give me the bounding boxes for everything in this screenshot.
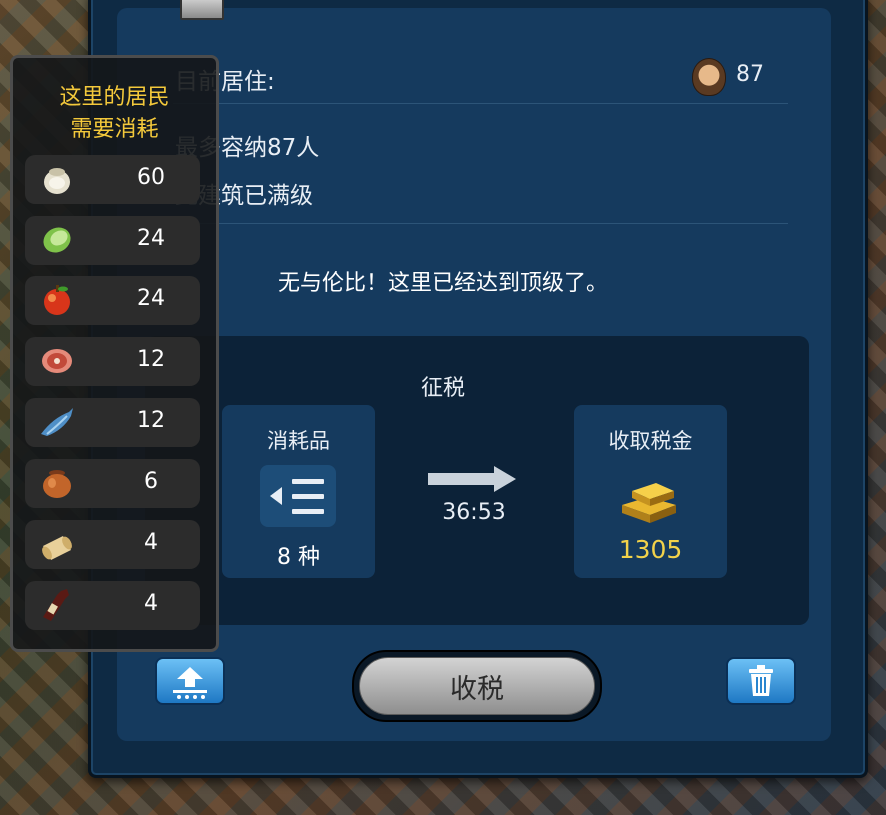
- need-row: 6: [25, 459, 200, 508]
- need-value: 4: [144, 591, 158, 616]
- need-row: 12: [25, 337, 200, 386]
- collect-tax-label: 收取税金: [608, 429, 693, 453]
- fish-icon: [41, 408, 73, 436]
- consumables-count: 8 种: [277, 545, 320, 570]
- needs-title: 这里的居民 需要消耗: [59, 85, 170, 142]
- tax-gold-card: 收取税金 1305: [574, 405, 727, 578]
- upgrade-button[interactable]: [155, 657, 225, 705]
- gold-amount: 1305: [618, 535, 683, 564]
- need-row: 24: [25, 276, 200, 325]
- apple-icon: [44, 285, 70, 315]
- need-row: 12: [25, 398, 200, 447]
- arrow-right-icon: [428, 466, 516, 492]
- need-value: 12: [137, 408, 165, 433]
- need-row: 24: [25, 216, 200, 265]
- divider: [173, 103, 788, 104]
- upload-icon: [173, 667, 207, 699]
- gold-bars-icon: [622, 483, 676, 523]
- need-value: 4: [144, 530, 158, 555]
- list-icon: [292, 479, 324, 484]
- collect-tax-button-label: 收税: [359, 657, 595, 715]
- need-row: 4: [25, 581, 200, 630]
- need-value: 24: [137, 226, 165, 251]
- resident-needs-panel: 这里的居民 需要消耗 60 24 24 12 12 6 4 4: [10, 55, 219, 652]
- resident-count: 87: [736, 62, 764, 87]
- trash-icon: [749, 665, 773, 696]
- need-value: 60: [137, 165, 165, 190]
- need-value: 6: [144, 469, 158, 494]
- wine-bottle-icon: [43, 589, 69, 621]
- need-row: 4: [25, 520, 200, 569]
- scroll-icon: [42, 536, 72, 560]
- need-value: 12: [137, 347, 165, 372]
- meat-icon: [42, 349, 72, 373]
- need-value: 24: [137, 286, 165, 311]
- collect-tax-button[interactable]: 收税: [352, 650, 602, 722]
- divider: [173, 223, 788, 224]
- clay-pot-icon: [43, 470, 71, 498]
- consumables-card: 消耗品 8 种: [222, 405, 375, 578]
- need-row: 60: [25, 155, 200, 204]
- building-icon: [180, 0, 224, 20]
- demolish-button[interactable]: [726, 657, 796, 705]
- cabbage-icon: [43, 227, 71, 253]
- consumables-label: 消耗品: [267, 429, 330, 453]
- flour-sack-icon: [44, 168, 70, 194]
- citizen-icon: [692, 58, 726, 96]
